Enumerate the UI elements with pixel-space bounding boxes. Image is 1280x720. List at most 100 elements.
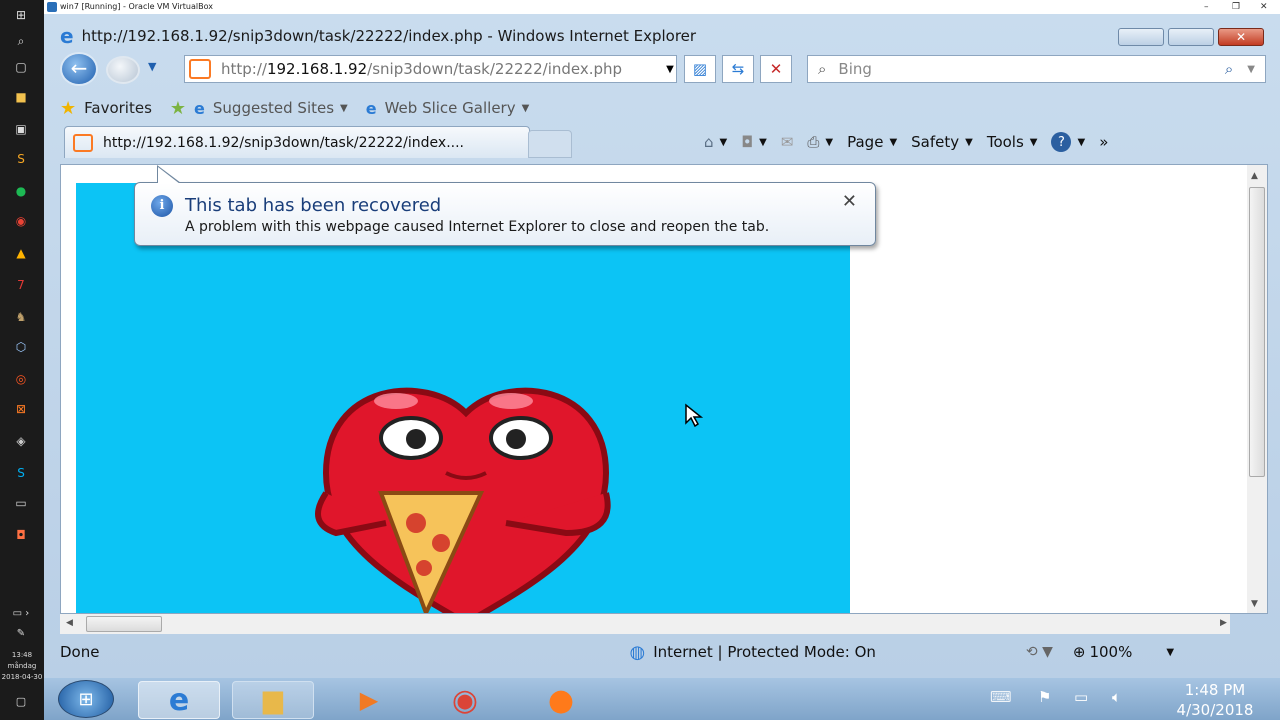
forward-button[interactable] <box>106 56 140 84</box>
host-network-icon[interactable]: ✎ <box>10 624 32 642</box>
vbox-minimize-icon[interactable]: – <box>1204 0 1209 14</box>
tab-title: http://192.168.1.92/snip3down/task/22222… <box>103 134 465 151</box>
host-app2-icon[interactable]: ◎ <box>10 370 32 388</box>
ie-icon: e <box>168 682 190 718</box>
taskbar-firefox-button[interactable]: ● <box>520 681 602 719</box>
host-app4-icon[interactable]: ◘ <box>10 526 32 544</box>
address-dropdown-icon[interactable]: ▼ <box>654 55 686 83</box>
more-commands-icon[interactable]: » <box>1099 133 1108 151</box>
print-button[interactable]: ⎙ ▼ <box>807 133 833 151</box>
popup-settings-icon[interactable]: ⟲ ▼ <box>1026 644 1053 660</box>
vertical-scrollbar[interactable]: ▲ ▼ <box>1247 165 1267 613</box>
web-slice-gallery-button[interactable]: e Web Slice Gallery ▼ <box>366 99 530 118</box>
network-icon[interactable]: ▭ <box>1074 688 1088 706</box>
host-virtualbox-icon[interactable]: ⬡ <box>10 338 32 356</box>
host-xampp-icon[interactable]: ⊠ <box>10 400 32 418</box>
favorites-label: Favorites <box>84 99 152 117</box>
security-zone[interactable]: ◍ Internet | Protected Mode: On <box>629 642 875 663</box>
print-icon: ⎙ <box>807 133 820 151</box>
host-7zip-icon[interactable]: 7 <box>10 276 32 294</box>
tab-active[interactable]: http://192.168.1.92/snip3down/task/22222… <box>64 126 530 158</box>
mail-button[interactable]: ✉ <box>781 133 794 151</box>
recent-pages-dropdown[interactable]: ▼ <box>148 60 156 73</box>
stop-icon[interactable]: ✕ <box>760 55 792 83</box>
close-notification-icon[interactable]: ✕ <box>842 191 857 212</box>
search-box[interactable]: ⌕ Bing ⌕ ▼ <box>807 55 1266 83</box>
ie-logo-icon: e <box>60 24 74 48</box>
address-host: 192.168.1.92 <box>266 60 368 78</box>
volume-icon[interactable]: 🔈︎ <box>1112 688 1121 706</box>
host-lock-icon[interactable]: ▲ <box>10 244 32 262</box>
taskbar-clock[interactable]: 1:48 PM 4/30/2018 <box>1160 680 1270 720</box>
firefox-icon: ● <box>547 682 575 718</box>
web-slice-label: Web Slice Gallery <box>384 99 516 117</box>
help-button[interactable]: ? ▼ <box>1051 132 1085 152</box>
back-button[interactable]: ← <box>60 52 98 86</box>
guest-taskbar: ⊞ e ▆ ▶ ◉ ● ⌨ ⚑ ▭ 🔈︎ 1:48 PM 4/30/2018 <box>44 678 1280 720</box>
tools-menu-label: Tools <box>986 133 1024 151</box>
notification-title: This tab has been recovered <box>185 195 442 216</box>
minimize-button[interactable] <box>1118 28 1164 46</box>
vertical-scroll-thumb[interactable] <box>1249 187 1265 477</box>
horizontal-scroll-thumb[interactable] <box>86 616 162 632</box>
tools-menu[interactable]: Tools ▼ <box>987 133 1038 151</box>
taskbar-ie-button[interactable]: e <box>138 681 220 719</box>
host-app-icon[interactable]: ♞ <box>10 308 32 326</box>
taskbar-explorer-button[interactable]: ▆ <box>232 681 314 719</box>
host-chrome-icon[interactable]: ◉ <box>10 212 32 230</box>
address-bar[interactable]: http:// 192.168.1.92 /snip3down/task/222… <box>184 55 677 83</box>
ie-page-icon: e <box>365 98 377 118</box>
refresh-icon[interactable]: ⇆ <box>722 55 754 83</box>
keyboard-icon[interactable]: ⌨ <box>990 688 1012 706</box>
search-options-icon[interactable]: ▼ <box>1247 64 1255 75</box>
host-notifications-icon[interactable]: ▢ <box>10 692 32 710</box>
close-button[interactable]: ✕ <box>1218 28 1264 46</box>
host-taskview-icon[interactable]: ▢ <box>10 58 32 76</box>
address-scheme: http:// <box>221 60 267 78</box>
host-sublime-icon[interactable]: S <box>10 150 32 168</box>
chevron-down-icon: ▼ <box>719 136 728 148</box>
favorites-button[interactable]: ★ Favorites <box>60 98 152 119</box>
host-search-icon[interactable]: ⌕ <box>10 32 32 50</box>
command-bar: ⌂ ▼ ◘ ▼ ✉ ⎙ ▼ Page ▼ Safety ▼ Tools ▼ ? ▼ » <box>704 130 1122 154</box>
host-spotify-icon[interactable]: ● <box>10 182 32 200</box>
action-center-flag-icon[interactable]: ⚑ <box>1038 688 1051 706</box>
chevron-down-icon: ▼ <box>759 136 767 148</box>
notification-message: A problem with this webpage caused Inter… <box>185 219 770 235</box>
vbox-restore-icon[interactable]: ❐ <box>1232 0 1240 14</box>
search-go-icon[interactable]: ⌕ <box>1225 60 1233 78</box>
host-terminal-icon[interactable]: ▭ <box>10 494 32 512</box>
host-skype-icon[interactable]: S <box>10 464 32 482</box>
page-menu[interactable]: Page ▼ <box>847 133 897 151</box>
zoom-control[interactable]: ⊕ 100% ▼ <box>1073 643 1174 661</box>
globe-icon: ◍ <box>629 641 646 663</box>
scroll-right-icon[interactable]: ▶ <box>1220 618 1227 628</box>
page-content[interactable] <box>76 183 850 613</box>
host-explorer-icon[interactable]: ■ <box>10 88 32 106</box>
host-windows-icon[interactable]: ⊞ <box>10 6 32 24</box>
vbox-close-icon[interactable]: ✕ <box>1260 0 1268 14</box>
scroll-up-icon[interactable]: ▲ <box>1251 171 1258 181</box>
host-tray-icon[interactable]: ▭ › <box>10 604 32 622</box>
home-button[interactable]: ⌂ ▼ <box>704 133 727 151</box>
safety-menu[interactable]: Safety ▼ <box>911 133 973 151</box>
host-clock[interactable]: 13:48 måndag 2018-04-30 <box>0 650 44 683</box>
taskbar-media-button[interactable]: ▶ <box>328 681 410 719</box>
taskbar-chrome-button[interactable]: ◉ <box>424 681 506 719</box>
scroll-left-icon[interactable]: ◀ <box>66 618 73 628</box>
chevron-down-icon: ▼ <box>521 102 530 114</box>
maximize-button[interactable] <box>1168 28 1214 46</box>
feeds-button[interactable]: ◘ ▼ <box>741 133 767 151</box>
suggested-sites-button[interactable]: ★ e Suggested Sites ▼ <box>170 98 348 119</box>
scroll-down-icon[interactable]: ▼ <box>1251 599 1258 609</box>
notification-pointer-fill <box>158 167 180 184</box>
host-store-icon[interactable]: ▣ <box>10 120 32 138</box>
horizontal-scrollbar[interactable]: ◀ ▶ <box>60 614 1230 634</box>
host-app3-icon[interactable]: ◈ <box>10 432 32 450</box>
window-title-area: e http://192.168.1.92/snip3down/task/222… <box>60 24 696 48</box>
ie-page-icon: e <box>194 98 205 118</box>
compatibility-view-icon[interactable]: ▨ <box>684 55 716 83</box>
new-tab-button[interactable] <box>528 130 572 158</box>
safety-menu-label: Safety <box>911 133 960 151</box>
start-button[interactable]: ⊞ <box>58 680 114 718</box>
